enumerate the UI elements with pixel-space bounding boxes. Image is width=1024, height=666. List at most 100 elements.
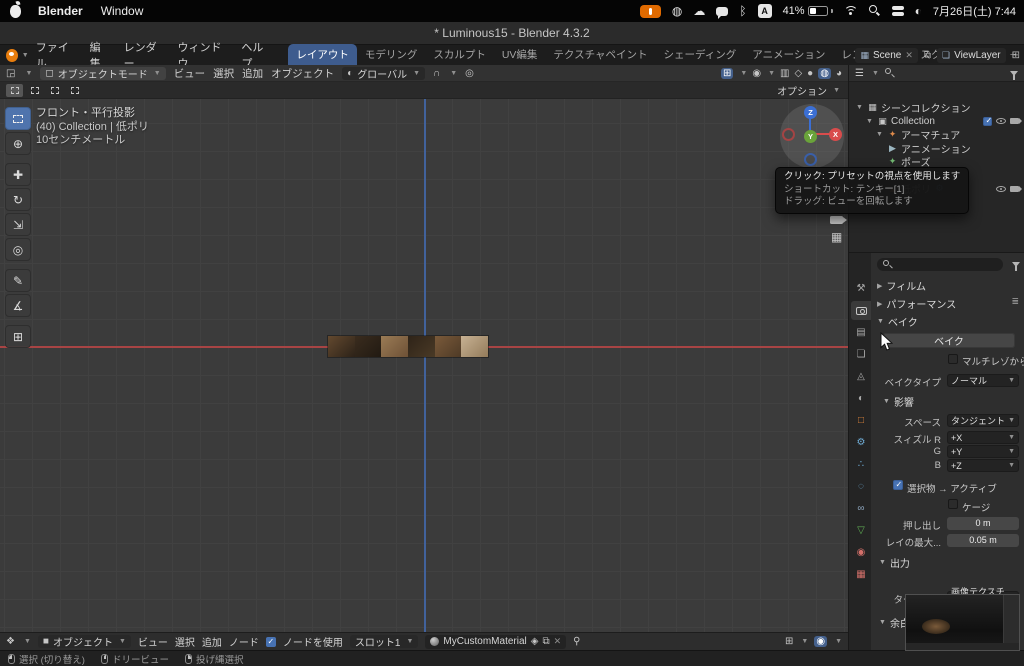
tab-render[interactable]: [851, 301, 871, 320]
space-dropdown[interactable]: タンジェント ▼: [947, 414, 1019, 427]
ray-distance-field[interactable]: 0.05 m: [947, 534, 1019, 547]
battery-indicator[interactable]: 41%: [783, 5, 833, 17]
section-influence[interactable]: ▼ 影響: [883, 394, 914, 409]
recording-indicator-icon[interactable]: [639, 4, 661, 18]
select-mode-extend-icon[interactable]: [26, 84, 43, 97]
add-menu[interactable]: 追加: [242, 66, 263, 81]
tab-animation[interactable]: アニメーション: [744, 44, 833, 66]
shading-wireframe-icon[interactable]: ◇: [794, 68, 802, 79]
tab-texture[interactable]: ▦: [851, 565, 871, 584]
clock[interactable]: 7月26日(土) 7:44: [933, 3, 1016, 19]
editor-type-icon[interactable]: ◲: [6, 68, 15, 79]
tool-add-cube[interactable]: ⊞: [5, 325, 31, 348]
select-mode-new-icon[interactable]: [6, 83, 23, 97]
new-viewlayer-icon[interactable]: ⊞: [1012, 50, 1020, 61]
stats-icon[interactable]: ◍: [672, 5, 682, 17]
unlink-scene-icon[interactable]: ✕: [905, 50, 913, 61]
copy-material-icon[interactable]: ⧉: [542, 636, 549, 647]
select-mode-subtract-icon[interactable]: [46, 84, 63, 97]
tab-uv-editing[interactable]: UV編集: [494, 44, 546, 66]
swizzle-g-dropdown[interactable]: +Y ▼: [947, 445, 1019, 458]
outliner-row-animation[interactable]: ▶ アニメーション: [849, 142, 1024, 156]
tab-material[interactable]: ◉: [851, 543, 871, 562]
shading-material-icon[interactable]: ◍: [818, 67, 831, 79]
gizmo-toggle-icon[interactable]: ⊞: [721, 67, 734, 79]
extrusion-field[interactable]: 0 m: [947, 517, 1019, 530]
filter-icon[interactable]: [1010, 70, 1018, 80]
scene-selector[interactable]: ▦ Scene ✕: [855, 47, 918, 63]
tab-layout[interactable]: レイアウト: [288, 44, 357, 66]
tab-object-data[interactable]: ▽: [851, 521, 871, 540]
view-menu[interactable]: ビュー: [174, 66, 206, 81]
section-output[interactable]: ▼ 出力: [879, 555, 910, 570]
disclosure-icon[interactable]: ▼: [865, 118, 874, 125]
fake-user-shield-icon[interactable]: ◈: [531, 636, 539, 647]
select-menu[interactable]: 選択: [213, 66, 234, 81]
panel-performance[interactable]: ▶ パフォーマンス: [877, 296, 956, 311]
grid-toggle-icon[interactable]: ▦: [831, 230, 842, 244]
tool-rotate[interactable]: ↻: [5, 188, 31, 211]
tab-modifiers[interactable]: ⚙: [851, 433, 871, 452]
tab-object[interactable]: □: [851, 411, 871, 430]
tab-scene[interactable]: ◬: [851, 367, 871, 386]
select-mode-intersect-icon[interactable]: [66, 84, 83, 97]
tool-move[interactable]: ✚: [5, 163, 31, 186]
outliner-editor-icon[interactable]: ☰: [855, 68, 864, 79]
tab-texture-paint[interactable]: テクスチャペイント: [545, 44, 655, 66]
overlays-toggle-icon[interactable]: ◉: [752, 68, 761, 79]
panel-bake[interactable]: ▼ ベイク: [877, 314, 918, 329]
cloud-icon[interactable]: ☁: [693, 5, 705, 17]
pin-icon[interactable]: ⚲: [573, 636, 580, 647]
tool-cursor[interactable]: ⊕: [5, 132, 31, 155]
tool-measure[interactable]: ∡: [5, 294, 31, 317]
tab-world[interactable]: ◐: [851, 389, 871, 408]
overlay-icon[interactable]: ◉: [814, 636, 828, 647]
shader-add-menu[interactable]: 追加: [202, 634, 222, 649]
proportional-edit-icon[interactable]: ◎: [465, 68, 474, 79]
copy-scene-icon[interactable]: ⧉: [924, 50, 931, 61]
use-nodes-checkbox[interactable]: ✓: [265, 636, 276, 647]
shader-select-menu[interactable]: 選択: [175, 634, 195, 649]
tool-options-dropdown[interactable]: オプション ▼: [777, 83, 842, 98]
snap-magnet-icon[interactable]: ∩: [433, 68, 440, 79]
wifi-icon[interactable]: [843, 5, 858, 17]
outliner-row-collection[interactable]: ▼ ▣ Collection: [849, 115, 1024, 129]
tab-shading[interactable]: シェーディング: [656, 44, 745, 66]
viewport-canvas[interactable]: ⊕ ✚ ↻ ⇲ ◎ ✎ ∡ ⊞ フロント・平行投影 (40) Collectio…: [0, 99, 848, 632]
control-center-icon[interactable]: [891, 6, 904, 16]
gizmo-minus-x-dot[interactable]: [782, 128, 795, 141]
camera-view-icon[interactable]: [830, 213, 847, 227]
xray-toggle-icon[interactable]: ▥: [780, 68, 789, 79]
collection-checkbox[interactable]: [983, 116, 992, 126]
shader-editor-type-icon[interactable]: ❖: [6, 636, 15, 647]
window-menu[interactable]: Window: [101, 4, 144, 18]
siri-icon[interactable]: ◐: [915, 5, 922, 17]
blender-logo-icon[interactable]: [6, 48, 18, 62]
swizzle-r-dropdown[interactable]: +X ▼: [947, 431, 1019, 444]
object-menu[interactable]: オブジェクト: [271, 66, 334, 81]
properties-filter-icon[interactable]: [1012, 262, 1020, 271]
multires-checkbox[interactable]: [948, 354, 958, 364]
properties-search-input[interactable]: [877, 258, 1003, 271]
camera-visibility-icon[interactable]: [1010, 185, 1022, 192]
material-datablock[interactable]: MyCustomMaterial ◈ ⧉ ✕: [425, 634, 567, 649]
shading-rendered-icon[interactable]: ◕: [836, 68, 842, 79]
tab-view-layer[interactable]: ❏: [851, 345, 871, 364]
outliner-search-icon[interactable]: [884, 68, 895, 78]
navigation-gizmo[interactable]: Z X Y: [780, 104, 844, 168]
tab-output[interactable]: ▤: [851, 323, 871, 342]
input-source-icon[interactable]: A: [757, 4, 772, 18]
outliner-row-scene-collection[interactable]: ▼ ▦ シーンコレクション: [849, 101, 1024, 115]
apple-menu-icon[interactable]: [10, 4, 21, 18]
tab-particles[interactable]: ∴: [851, 455, 871, 474]
gizmo-y-dot[interactable]: Y: [804, 130, 817, 143]
tool-scale[interactable]: ⇲: [5, 213, 31, 236]
gizmo-minus-z-dot[interactable]: [804, 153, 817, 166]
camera-visibility-icon[interactable]: [1010, 118, 1022, 125]
disclosure-icon[interactable]: ▼: [875, 131, 884, 138]
gizmo-z-dot[interactable]: Z: [804, 106, 817, 119]
shader-node-menu[interactable]: ノード: [229, 634, 259, 649]
tab-physics[interactable]: ◌: [851, 477, 871, 496]
transform-orientation[interactable]: ◐ グローバル ▼: [342, 66, 426, 81]
tab-constraints[interactable]: ∞: [851, 499, 871, 518]
